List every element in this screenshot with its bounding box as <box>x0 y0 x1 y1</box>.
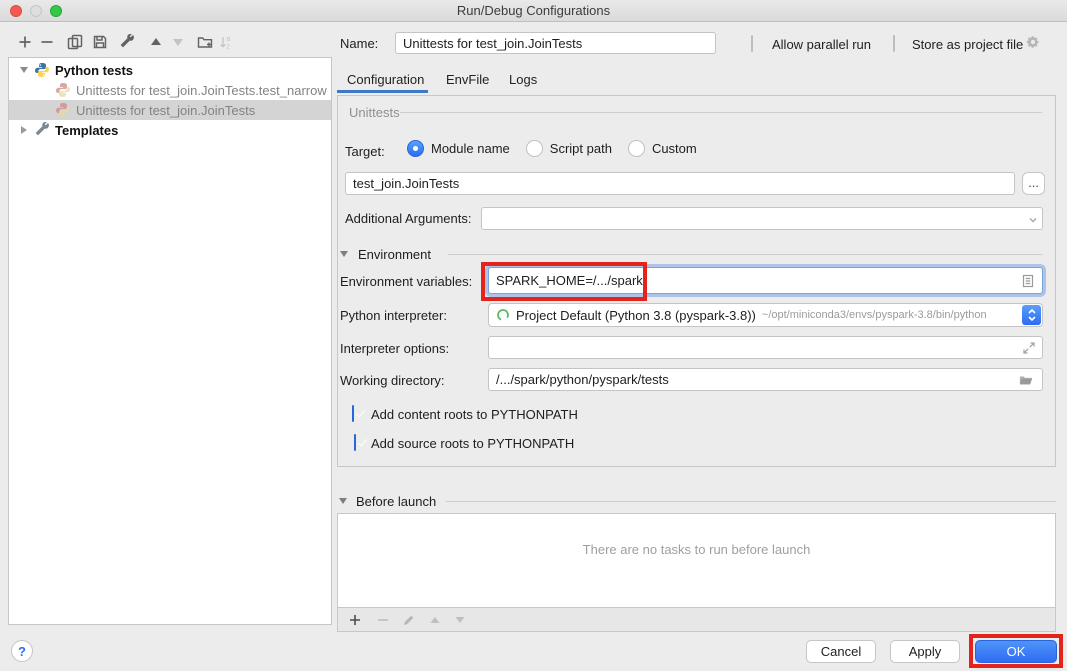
move-down-icon[interactable] <box>170 34 186 50</box>
python-test-icon <box>55 82 71 98</box>
interpreter-value: Project Default (Python 3.8 (pyspark-3.8… <box>516 308 756 323</box>
working-directory-label: Working directory: <box>340 373 445 388</box>
collapse-arrow-icon[interactable] <box>340 251 348 257</box>
cancel-button[interactable]: Cancel <box>806 640 876 663</box>
target-label: Target: <box>345 144 385 159</box>
environment-variables-input[interactable] <box>488 267 1043 294</box>
add-source-roots-checkbox[interactable] <box>354 434 356 451</box>
working-directory-input[interactable] <box>488 368 1043 391</box>
python-test-icon <box>55 102 71 118</box>
radio-script-path[interactable]: Script path <box>526 140 612 157</box>
run-debug-configurations-dialog: Run/Debug Configurations az Python tests… <box>0 0 1067 671</box>
group-divider <box>400 112 1042 113</box>
tree-item-label: Unittests for test_join.JoinTests.test_n… <box>76 83 327 98</box>
before-launch-task-list <box>337 513 1056 608</box>
target-input[interactable] <box>345 172 1015 195</box>
copy-configuration-icon[interactable] <box>67 34 83 50</box>
python-icon <box>34 62 50 78</box>
browse-button[interactable]: ... <box>1022 172 1045 195</box>
add-configuration-icon[interactable] <box>17 34 33 50</box>
tree-item-templates[interactable]: Templates <box>9 120 331 140</box>
tab-logs[interactable]: Logs <box>509 72 537 87</box>
window-title: Run/Debug Configurations <box>0 0 1067 22</box>
ok-button[interactable]: OK <box>975 640 1057 663</box>
before-launch-section-label: Before launch <box>356 494 436 509</box>
tab-envfile[interactable]: EnvFile <box>446 72 489 87</box>
additional-arguments-label: Additional Arguments: <box>345 211 471 226</box>
radio-icon <box>628 140 645 157</box>
unittests-group-label: Unittests <box>349 105 400 120</box>
store-as-project-file-checkbox[interactable] <box>893 35 895 52</box>
move-task-up-icon[interactable] <box>428 613 442 627</box>
target-options: Module name Script path Custom <box>407 140 697 157</box>
radio-icon <box>526 140 543 157</box>
wrench-icon <box>34 122 50 138</box>
add-content-roots-label: Add content roots to PYTHONPATH <box>371 407 578 422</box>
before-launch-empty-text: There are no tasks to run before launch <box>337 542 1056 557</box>
configurations-tree <box>8 57 332 625</box>
environment-variables-label: Environment variables: <box>340 274 472 289</box>
tree-item-label: Python tests <box>55 63 133 78</box>
section-divider <box>448 254 1042 255</box>
add-content-roots-checkbox[interactable] <box>352 405 354 422</box>
active-tab-underline <box>337 90 428 93</box>
interpreter-options-label: Interpreter options: <box>340 341 449 356</box>
section-divider <box>446 501 1056 502</box>
before-launch-toolbar <box>337 608 1056 632</box>
radio-icon <box>407 140 424 157</box>
python-interpreter-select[interactable]: Project Default (Python 3.8 (pyspark-3.8… <box>488 303 1043 327</box>
allow-parallel-run-checkbox[interactable] <box>751 35 753 52</box>
add-source-roots-label: Add source roots to PYTHONPATH <box>371 436 574 451</box>
tree-item-label: Templates <box>55 123 118 138</box>
edit-task-icon[interactable] <box>402 613 416 627</box>
list-icon[interactable] <box>1021 274 1035 288</box>
new-folder-icon[interactable] <box>197 34 213 50</box>
chevron-down-icon[interactable] <box>19 67 29 73</box>
allow-parallel-run-label: Allow parallel run <box>772 37 871 52</box>
python-interpreter-label: Python interpreter: <box>340 308 447 323</box>
folder-icon[interactable] <box>1019 373 1035 387</box>
interpreter-path: ~/opt/miniconda3/envs/pyspark-3.8/bin/py… <box>762 309 987 321</box>
move-task-down-icon[interactable] <box>453 613 467 627</box>
radio-module-name[interactable]: Module name <box>407 140 510 157</box>
conda-env-icon <box>496 308 510 322</box>
radio-custom[interactable]: Custom <box>628 140 697 157</box>
remove-task-icon[interactable] <box>376 613 390 627</box>
expand-icon[interactable] <box>1022 341 1036 355</box>
additional-arguments-input[interactable] <box>481 207 1043 230</box>
help-button[interactable]: ? <box>11 640 33 662</box>
name-input[interactable] <box>395 32 716 54</box>
store-as-project-file-label: Store as project file <box>912 37 1023 52</box>
tree-item-unittest-narrow[interactable]: Unittests for test_join.JoinTests.test_n… <box>9 80 331 100</box>
sort-configurations-icon[interactable]: az <box>218 34 234 50</box>
environment-section-label: Environment <box>358 247 431 262</box>
chevron-down-icon[interactable] <box>1026 213 1040 227</box>
apply-button[interactable]: Apply <box>890 640 960 663</box>
edit-templates-icon[interactable] <box>119 34 135 50</box>
interpreter-options-input[interactable] <box>488 336 1043 359</box>
name-label: Name: <box>340 36 378 51</box>
tree-item-label: Unittests for test_join.JoinTests <box>76 103 255 118</box>
svg-text:a: a <box>227 36 231 43</box>
gear-icon[interactable] <box>1026 35 1042 51</box>
tree-item-unittest-jointests[interactable]: Unittests for test_join.JoinTests <box>9 100 331 120</box>
remove-configuration-icon[interactable] <box>39 34 55 50</box>
add-task-icon[interactable] <box>348 613 362 627</box>
move-up-icon[interactable] <box>148 34 164 50</box>
chevron-right-icon[interactable] <box>19 126 29 134</box>
svg-text:z: z <box>227 44 231 51</box>
collapse-arrow-icon[interactable] <box>339 498 347 504</box>
tab-configuration[interactable]: Configuration <box>347 72 424 87</box>
save-configuration-icon[interactable] <box>92 34 108 50</box>
tree-item-python-tests[interactable]: Python tests <box>9 60 331 80</box>
combo-arrows-icon[interactable] <box>1022 305 1041 325</box>
